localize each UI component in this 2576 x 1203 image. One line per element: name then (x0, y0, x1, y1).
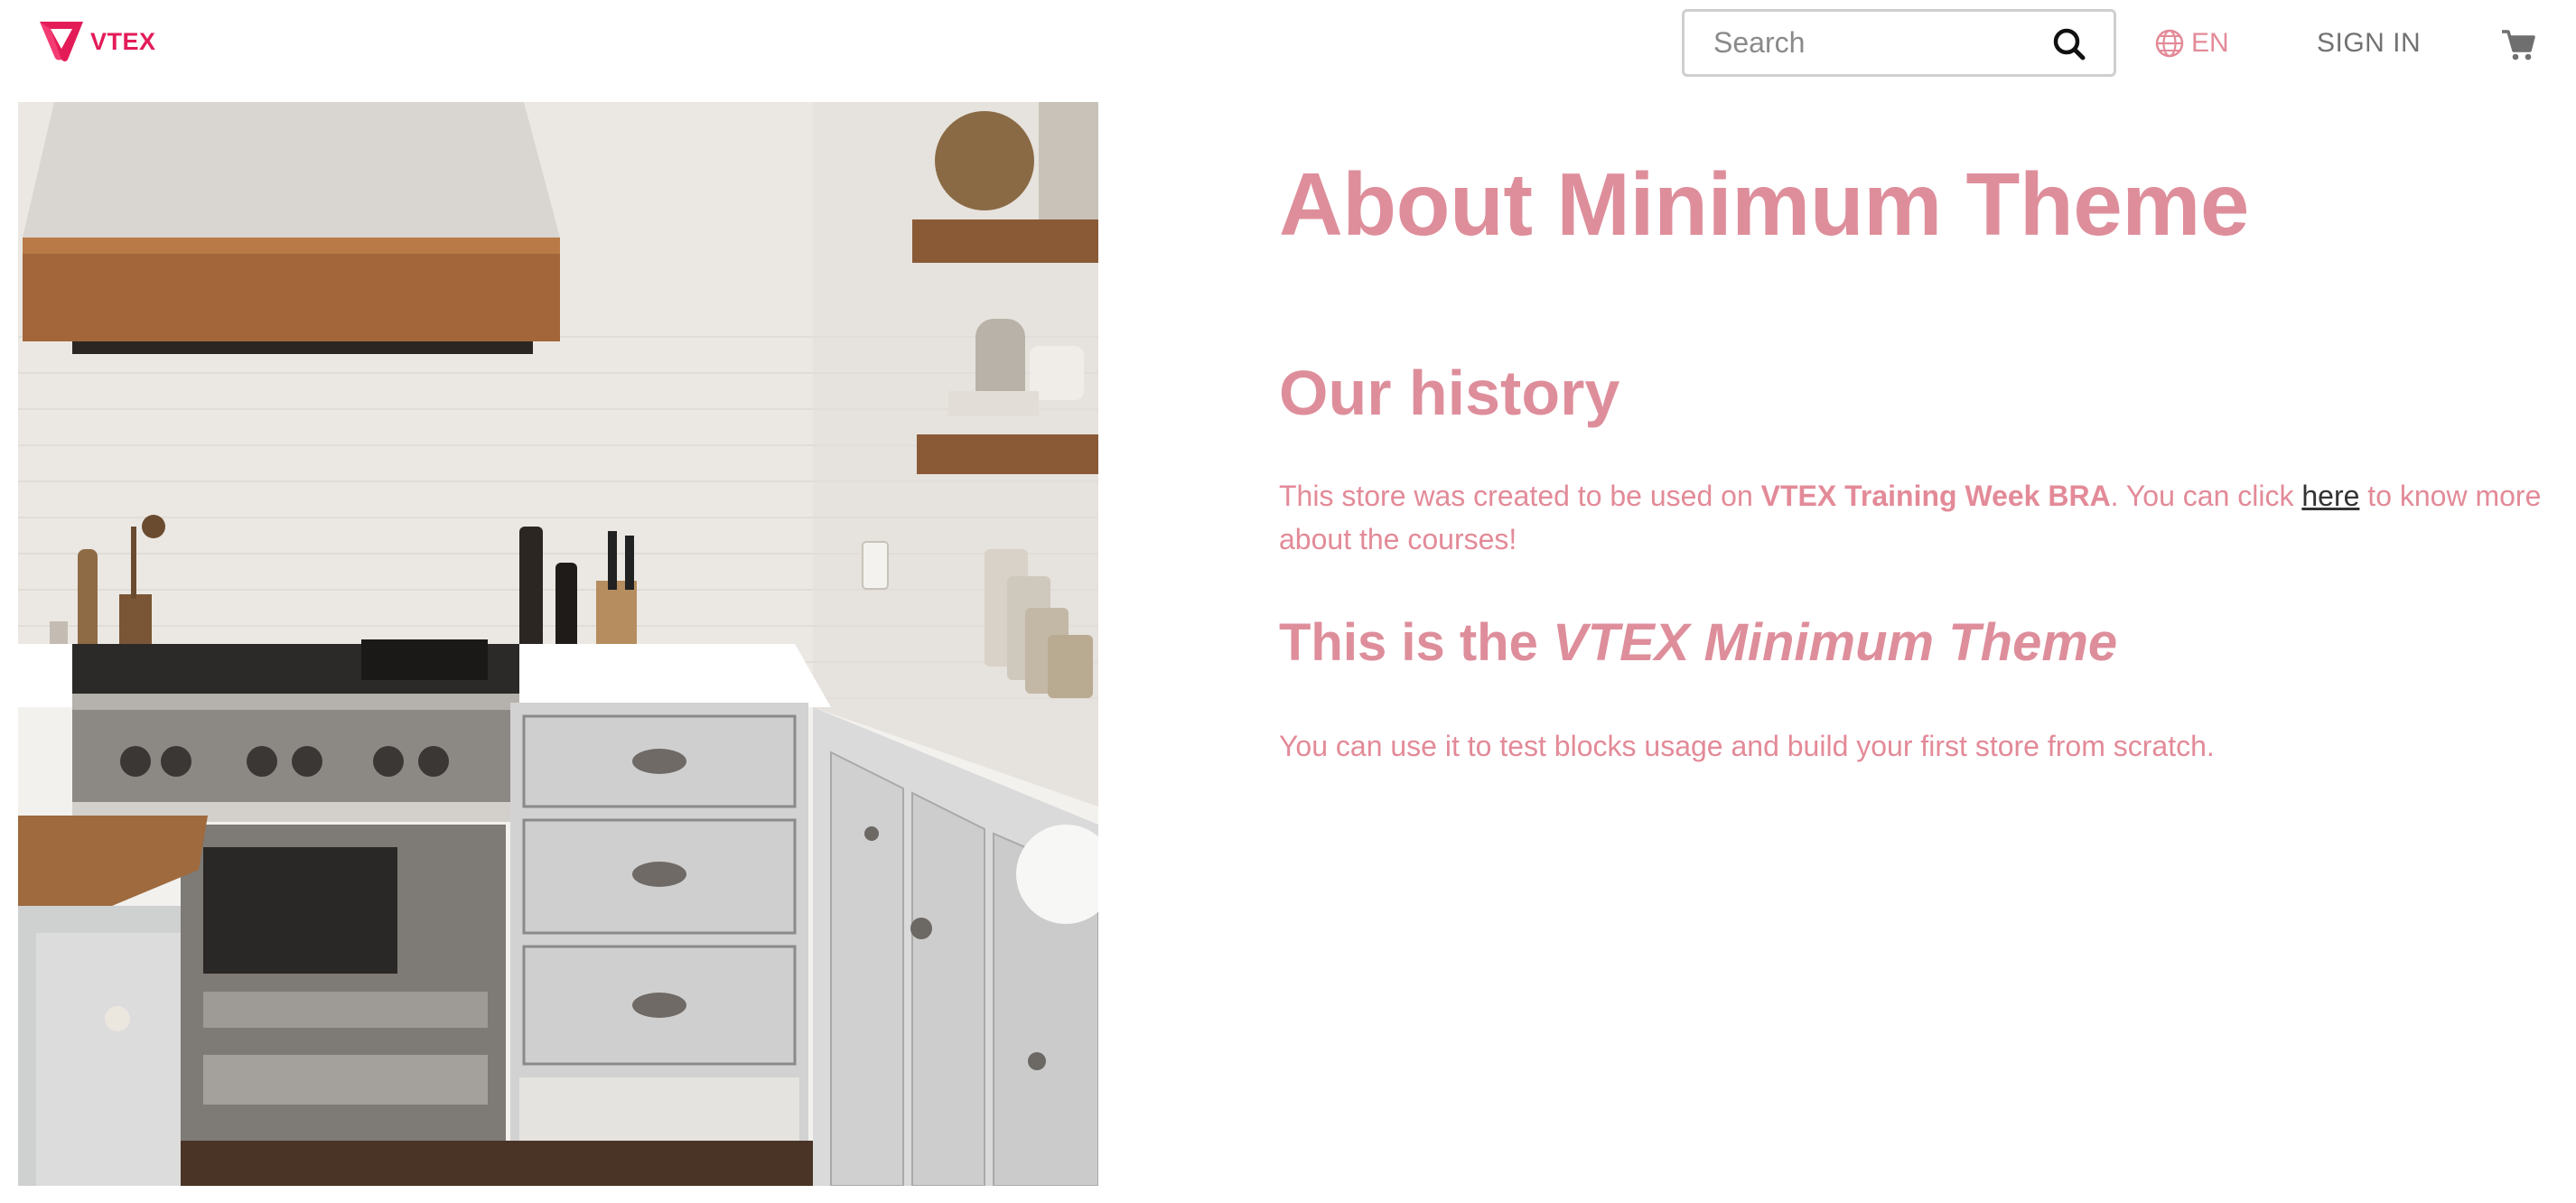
search-input[interactable] (1713, 12, 2039, 74)
page-title: About Minimum Theme (1279, 154, 2249, 254)
kitchen-photo (18, 102, 1098, 1186)
vtex-logo-icon (40, 22, 83, 61)
vtex-logo[interactable]: VTEX (38, 20, 156, 63)
theme-heading: This is the VTEX Minimum Theme (1279, 613, 2562, 674)
kitchen-illustration (18, 102, 1098, 1186)
logo-text: VTEX (90, 27, 156, 55)
about-content: About Minimum Theme Our history This sto… (1279, 154, 2562, 768)
language-selector[interactable]: EN (2153, 27, 2229, 60)
search-button[interactable] (2049, 24, 2089, 64)
sign-in-button[interactable]: SIGN IN (2317, 28, 2421, 59)
search-icon (2053, 28, 2086, 61)
theme-heading-italic: VTEX Minimum Theme (1552, 613, 2118, 673)
cart-icon (2502, 30, 2535, 61)
history-heading: Our history (1279, 357, 1620, 428)
site-header: VTEX EN SIGN IN (0, 0, 2576, 101)
theme-paragraph: You can use it to test blocks usage and … (1279, 729, 2215, 762)
cart-button[interactable] (2500, 27, 2536, 63)
search-bar (1682, 9, 2116, 77)
here-link[interactable]: here (2301, 480, 2359, 512)
history-text-part2: . You can click (2110, 480, 2302, 513)
globe-icon (2155, 29, 2184, 58)
history-paragraph: This store was created to be used on VTE… (1279, 474, 2562, 561)
language-label: EN (2191, 28, 2229, 58)
training-week-bold: VTEX Training Week BRA (1760, 480, 2111, 513)
theme-heading-prefix: This is the (1279, 613, 1553, 673)
history-text-part1: This store was created to be used on (1279, 480, 1761, 513)
